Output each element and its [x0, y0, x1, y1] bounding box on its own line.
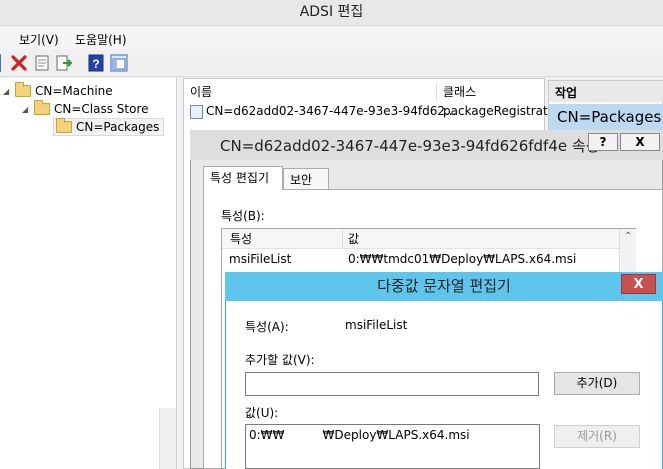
attributes-label: 특성(B): [221, 209, 265, 223]
table-header [222, 229, 620, 249]
menu-bar: 보기(V) 도움말(H) [0, 27, 663, 49]
attribute-name: msiFileList [229, 252, 292, 266]
help-button[interactable]: ? [588, 133, 618, 151]
attribute-name-value: msiFileList [345, 318, 408, 332]
show-hide-icon[interactable] [109, 53, 129, 73]
actions-selected-item[interactable]: CN=Packages [549, 104, 663, 131]
tree-item-label: CN=Machine [35, 84, 113, 98]
tree-item-label: CN=Packages [76, 120, 160, 134]
close-button[interactable]: X [620, 133, 660, 151]
export-icon[interactable] [55, 53, 75, 73]
attribute-value: 0:₩₩tmdc01₩Deploy₩LAPS.x64.msi [348, 252, 577, 266]
column-header-class[interactable]: 클래스 [443, 83, 476, 101]
column-header-attribute[interactable]: 특성 [230, 230, 252, 248]
value-to-add-label: 추가할 값(V): [245, 353, 315, 367]
list-item-class: packageRegistratio [443, 104, 559, 118]
delete-icon[interactable] [9, 53, 29, 73]
tree-item-class-store[interactable]: ◢ CN=Class Store [22, 100, 149, 118]
svg-text:?: ? [92, 57, 99, 71]
tree-scrollbar[interactable] [159, 408, 176, 469]
properties-icon[interactable] [32, 53, 52, 73]
close-button[interactable]: X [621, 274, 656, 294]
collapse-icon[interactable]: ◢ [22, 105, 34, 114]
tree-item-packages[interactable]: CN=Packages [53, 118, 165, 136]
list-item[interactable]: CN=d62add02-3467-447e-93e3-94fd62... pac… [188, 103, 558, 121]
help-icon[interactable]: ? [86, 53, 106, 73]
folder-icon [34, 100, 50, 115]
tab-security[interactable]: 보안 [283, 168, 329, 190]
column-divider [436, 83, 437, 101]
list-item[interactable]: 0:₩₩ ₩Deploy₩LAPS.x64.msi [249, 428, 470, 442]
window-title: ADSI 편집 [299, 4, 364, 20]
scroll-up-icon[interactable]: ⌃ [624, 231, 632, 242]
object-icon [190, 105, 203, 119]
add-button[interactable]: 추가(D) [554, 372, 640, 395]
menu-help[interactable]: 도움말(H) [75, 31, 127, 48]
value-to-add-input[interactable] [245, 372, 539, 396]
collapse-icon[interactable]: ◢ [3, 87, 15, 96]
table-row[interactable]: msiFileList 0:₩₩tmdc01₩Deploy₩LAPS.x64.m… [222, 250, 620, 268]
column-header-name[interactable]: 이름 [190, 83, 212, 101]
multivalue-dialog-title: 다중값 문자열 편집기 [225, 272, 663, 301]
column-divider [342, 230, 343, 248]
remove-button[interactable]: 제거(R) [554, 425, 640, 448]
values-label: 값(U): [245, 406, 279, 420]
attribute-label: 특성(A): [245, 320, 289, 334]
window-title-bar: ADSI 편집 [0, 0, 663, 26]
menu-view[interactable]: 보기(V) [19, 31, 59, 48]
toolbar: ? [0, 49, 663, 77]
folder-icon [15, 82, 31, 97]
tree-item-label: CN=Class Store [54, 102, 149, 116]
toolbar-edge [0, 53, 2, 73]
list-item-name: CN=d62add02-3467-447e-93e3-94fd62... [206, 104, 457, 118]
tab-strip: 특성 편집기 보안 [203, 166, 663, 190]
actions-header: 작업 [549, 81, 663, 102]
tab-attribute-editor[interactable]: 특성 편집기 [203, 166, 283, 190]
values-listbox[interactable]: 0:₩₩ ₩Deploy₩LAPS.x64.msi [245, 424, 540, 469]
column-header-value[interactable]: 값 [348, 230, 359, 248]
folder-icon [56, 118, 72, 133]
tree-item-machine[interactable]: ◢ CN=Machine [3, 82, 113, 100]
tree-pane [0, 78, 177, 469]
